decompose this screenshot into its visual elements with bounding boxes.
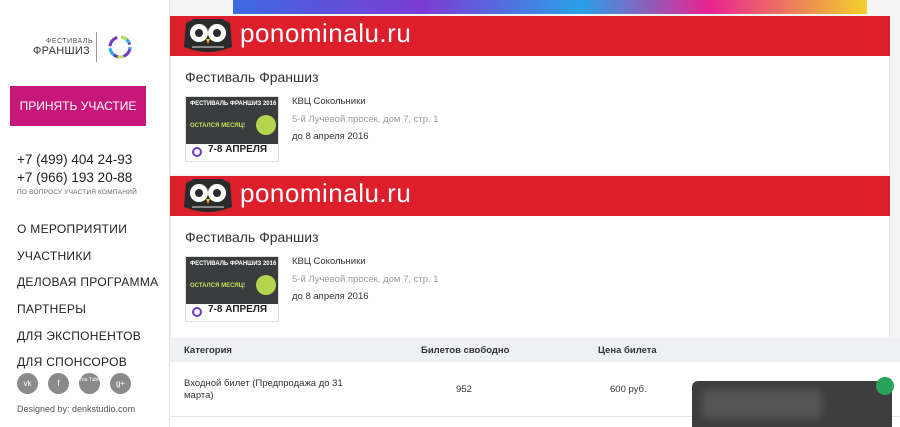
logo-ring-icon xyxy=(108,35,132,59)
chat-widget[interactable] xyxy=(692,377,894,427)
designed-by-link[interactable]: Designed by: denkstudio.com xyxy=(17,404,135,414)
event-venue: КВЦ Сокольники xyxy=(292,96,366,107)
menu-item-participants[interactable]: УЧАСТНИКИ xyxy=(17,248,158,275)
event-address: 5-й Лучевой просек, дом 7, стр. 1 xyxy=(292,114,439,125)
event-title[interactable]: Фестиваль Франшиз xyxy=(185,69,319,85)
poster-badge xyxy=(256,275,276,295)
logo-big-text: ФРАНШИЗ xyxy=(33,45,90,57)
menu-item-partners[interactable]: ПАРТНЕРЫ xyxy=(17,301,158,328)
tickets-header-row: Категория Билетов свободно Цена билета xyxy=(170,338,900,362)
event-address: 5-й Лучевой просек, дом 7, стр. 1 xyxy=(292,274,439,285)
column-header-available: Билетов свободно xyxy=(421,345,510,356)
main-content: ponominalu.ru Фестиваль Франшиз ФЕСТИВАЛ… xyxy=(170,0,900,427)
poster-badge xyxy=(256,115,276,135)
poster-header: ФЕСТИВАЛЬ ФРАНШИЗ 2016 xyxy=(190,101,277,107)
owl-logo-icon xyxy=(180,177,236,215)
poster-dates: 7-8 АПРЕЛЯ xyxy=(208,144,268,155)
sidebar: ФЕСТИВАЛЬ ФРАНШИЗ ПРИНЯТЬ УЧАСТИЕ +7 (49… xyxy=(0,0,170,427)
poster-ring-icon xyxy=(192,307,202,317)
event-poster[interactable]: ФЕСТИВАЛЬ ФРАНШИЗ 2016 ОСТАЛСЯ МЕСЯЦ! 7-… xyxy=(185,96,279,162)
phone-2[interactable]: +7 (966) 193 20-88 xyxy=(17,170,132,185)
festival-logo[interactable]: ФЕСТИВАЛЬ ФРАНШИЗ xyxy=(30,30,140,64)
event-card: Фестиваль Франшиз ФЕСТИВАЛЬ ФРАНШИЗ 2016… xyxy=(170,56,890,174)
vk-icon[interactable]: vk xyxy=(17,373,38,394)
event-venue: КВЦ Сокольники xyxy=(292,256,366,267)
ponominalu-brand: ponominalu.ru xyxy=(240,18,412,48)
ponominalu-banner[interactable]: ponominalu.ru xyxy=(170,16,890,56)
poster-message: ОСТАЛСЯ МЕСЯЦ! xyxy=(190,283,246,289)
menu-item-exhibitors[interactable]: ДЛЯ ЭКСПОНЕНТОВ xyxy=(17,328,158,355)
ticket-price: 600 руб. xyxy=(610,384,647,395)
youtube-icon[interactable]: You Tube xyxy=(79,373,100,394)
poster-ring-icon xyxy=(192,147,202,157)
ponominalu-brand: ponominalu.ru xyxy=(240,178,412,208)
logo-divider xyxy=(96,32,97,62)
chat-avatar-blur xyxy=(702,389,822,419)
column-header-price: Цена билета xyxy=(598,345,657,356)
chat-status-icon xyxy=(876,377,894,395)
join-button[interactable]: ПРИНЯТЬ УЧАСТИЕ xyxy=(10,86,146,126)
social-links: vk f You Tube g+ xyxy=(17,373,131,394)
ticket-available: 952 xyxy=(456,384,472,395)
column-header-category: Категория xyxy=(184,345,232,356)
ticket-category: Входной билет (Предпродажа до 31 марта) xyxy=(184,378,343,401)
facebook-icon[interactable]: f xyxy=(48,373,69,394)
menu-item-business-program[interactable]: ДЕЛОВАЯ ПРОГРАММА xyxy=(17,274,158,301)
poster-header: ФЕСТИВАЛЬ ФРАНШИЗ 2016 xyxy=(190,261,277,267)
phone-note: ПО ВОПРОСУ УЧАСТИЯ КОМПАНИЙ xyxy=(17,189,137,196)
event-title[interactable]: Фестиваль Франшиз xyxy=(185,229,319,245)
event-date: до 8 апреля 2016 xyxy=(292,131,369,142)
event-card: Фестиваль Франшиз ФЕСТИВАЛЬ ФРАНШИЗ 2016… xyxy=(170,216,890,338)
poster-dates: 7-8 АПРЕЛЯ xyxy=(208,304,268,315)
menu-item-about[interactable]: О МЕРОПРИЯТИИ xyxy=(17,221,158,248)
logo-small-text: ФЕСТИВАЛЬ xyxy=(46,38,94,45)
event-date: до 8 апреля 2016 xyxy=(292,291,369,302)
google-plus-icon[interactable]: g+ xyxy=(110,373,131,394)
event-poster[interactable]: ФЕСТИВАЛЬ ФРАНШИЗ 2016 ОСТАЛСЯ МЕСЯЦ! 7-… xyxy=(185,256,279,322)
phone-1[interactable]: +7 (499) 404 24-93 xyxy=(17,152,132,167)
owl-logo-icon xyxy=(180,17,236,55)
sidebar-menu: О МЕРОПРИЯТИИ УЧАСТНИКИ ДЕЛОВАЯ ПРОГРАММ… xyxy=(17,221,158,381)
ponominalu-banner[interactable]: ponominalu.ru xyxy=(170,176,890,216)
poster-message: ОСТАЛСЯ МЕСЯЦ! xyxy=(190,123,246,129)
header-image xyxy=(233,0,867,14)
